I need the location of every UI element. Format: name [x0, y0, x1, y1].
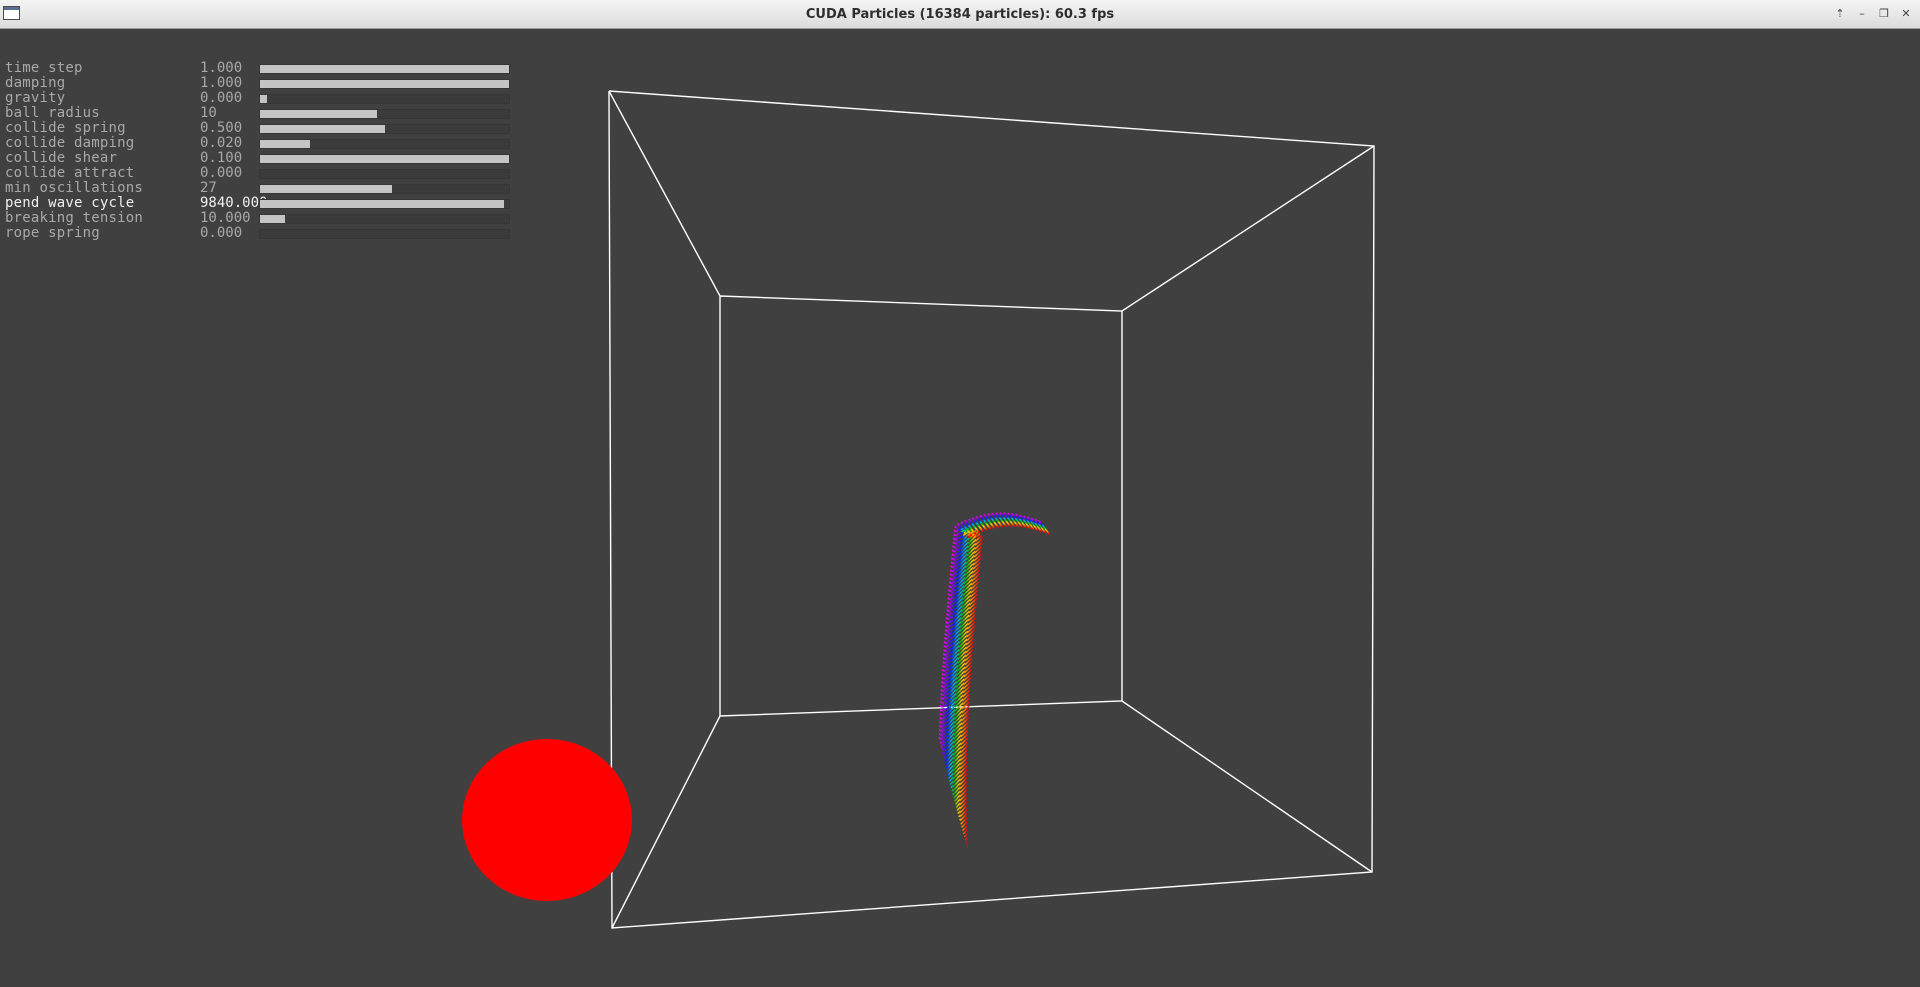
param-slider[interactable] — [259, 229, 510, 239]
param-row[interactable]: time step 1.000 — [5, 60, 517, 77]
param-slider-fill — [260, 65, 509, 73]
param-slider-fill — [260, 80, 509, 88]
param-name: min oscillations — [5, 180, 144, 196]
box-edge — [608, 90, 721, 297]
param-value: 0.500 — [200, 120, 243, 136]
param-name: rope spring — [5, 225, 100, 241]
window-title: CUDA Particles (16384 particles): 60.3 f… — [805, 7, 1115, 22]
particle-strand — [961, 523, 1049, 830]
particle-strand — [958, 522, 1048, 818]
window-controls: ⇡ – ❐ ✕ — [1830, 4, 1916, 24]
param-slider[interactable] — [259, 109, 510, 119]
particle-strand — [957, 521, 1048, 816]
param-name: gravity — [5, 90, 66, 106]
param-slider[interactable] — [259, 139, 510, 149]
param-slider[interactable] — [259, 154, 510, 164]
param-slider-fill — [260, 155, 509, 163]
parameter-list: time step 1.000 damping 1.000 gravity 0.000 ba… — [5, 60, 517, 242]
param-value: 0.000 — [200, 90, 243, 106]
param-name: breaking tension — [5, 210, 144, 226]
particle-cloth — [938, 512, 1050, 847]
maximize-icon[interactable]: ❐ — [1874, 4, 1894, 24]
param-slider[interactable] — [259, 79, 510, 89]
param-slider-fill — [260, 185, 392, 193]
param-slider-fill — [260, 110, 378, 118]
param-name: collide damping — [5, 135, 135, 151]
param-row[interactable]: rope spring 0.000 — [5, 225, 517, 242]
particle-strand — [963, 524, 1050, 838]
param-value: 0.000 — [200, 165, 243, 181]
param-slider-fill — [260, 125, 385, 133]
param-value: 0.000 — [200, 225, 243, 241]
box-back-face — [719, 295, 1123, 717]
param-name: pend wave cycle — [5, 195, 135, 211]
param-slider-fill — [260, 140, 310, 148]
particle-strand — [943, 514, 1042, 758]
particle-strand — [962, 524, 1049, 835]
param-row[interactable]: damping 1.000 — [5, 75, 517, 92]
param-name: ball radius — [5, 105, 100, 121]
param-value: 1.000 — [200, 75, 243, 91]
minimize-icon[interactable]: – — [1852, 4, 1872, 24]
param-value: 27 — [200, 180, 217, 196]
param-value: 1.000 — [200, 60, 243, 76]
param-slider-fill — [260, 200, 505, 208]
param-slider[interactable] — [259, 94, 510, 104]
param-value: 0.020 — [200, 135, 243, 151]
param-slider[interactable] — [259, 124, 510, 134]
param-slider[interactable] — [259, 214, 510, 224]
param-slider[interactable] — [259, 184, 510, 194]
param-value: 9840.000 — [200, 195, 268, 211]
box-edge — [1121, 145, 1375, 312]
param-name: time step — [5, 60, 83, 76]
particle-strand — [960, 523, 1049, 827]
keep-above-icon[interactable]: ⇡ — [1830, 4, 1850, 24]
particle-strand — [956, 521, 1047, 810]
particle-strand — [963, 524, 1049, 836]
close-icon[interactable]: ✕ — [1896, 4, 1916, 24]
param-name: collide spring — [5, 120, 126, 136]
window-titlebar[interactable]: CUDA Particles (16384 particles): 60.3 f… — [0, 0, 1920, 29]
param-value: 10 — [200, 105, 217, 121]
particle-strand — [953, 519, 1046, 800]
param-slider[interactable] — [259, 64, 510, 74]
param-slider[interactable] — [259, 169, 510, 179]
particle-strand — [964, 524, 1050, 841]
particle-strand — [961, 523, 1049, 828]
param-value: 10.000 — [200, 210, 251, 226]
box-edge — [1121, 700, 1373, 873]
particle-strand — [949, 517, 1045, 783]
param-value: 0.100 — [200, 150, 243, 166]
param-slider-fill — [260, 95, 268, 103]
param-slider[interactable] — [259, 199, 510, 209]
param-name: collide shear — [5, 150, 118, 166]
particle-strand — [965, 525, 1050, 844]
param-name: collide attract — [5, 165, 135, 181]
particle-strand — [965, 525, 1050, 846]
particle-strand — [965, 525, 1050, 847]
param-slider-fill — [260, 215, 285, 223]
particle-strand — [958, 522, 1048, 819]
collision-ball[interactable] — [462, 739, 632, 901]
render-viewport[interactable]: time step 1.000 damping 1.000 gravity 0.000 ba… — [0, 29, 1920, 987]
bounding-box — [608, 90, 1375, 929]
param-name: damping — [5, 75, 66, 91]
box-front-face — [608, 90, 1375, 929]
